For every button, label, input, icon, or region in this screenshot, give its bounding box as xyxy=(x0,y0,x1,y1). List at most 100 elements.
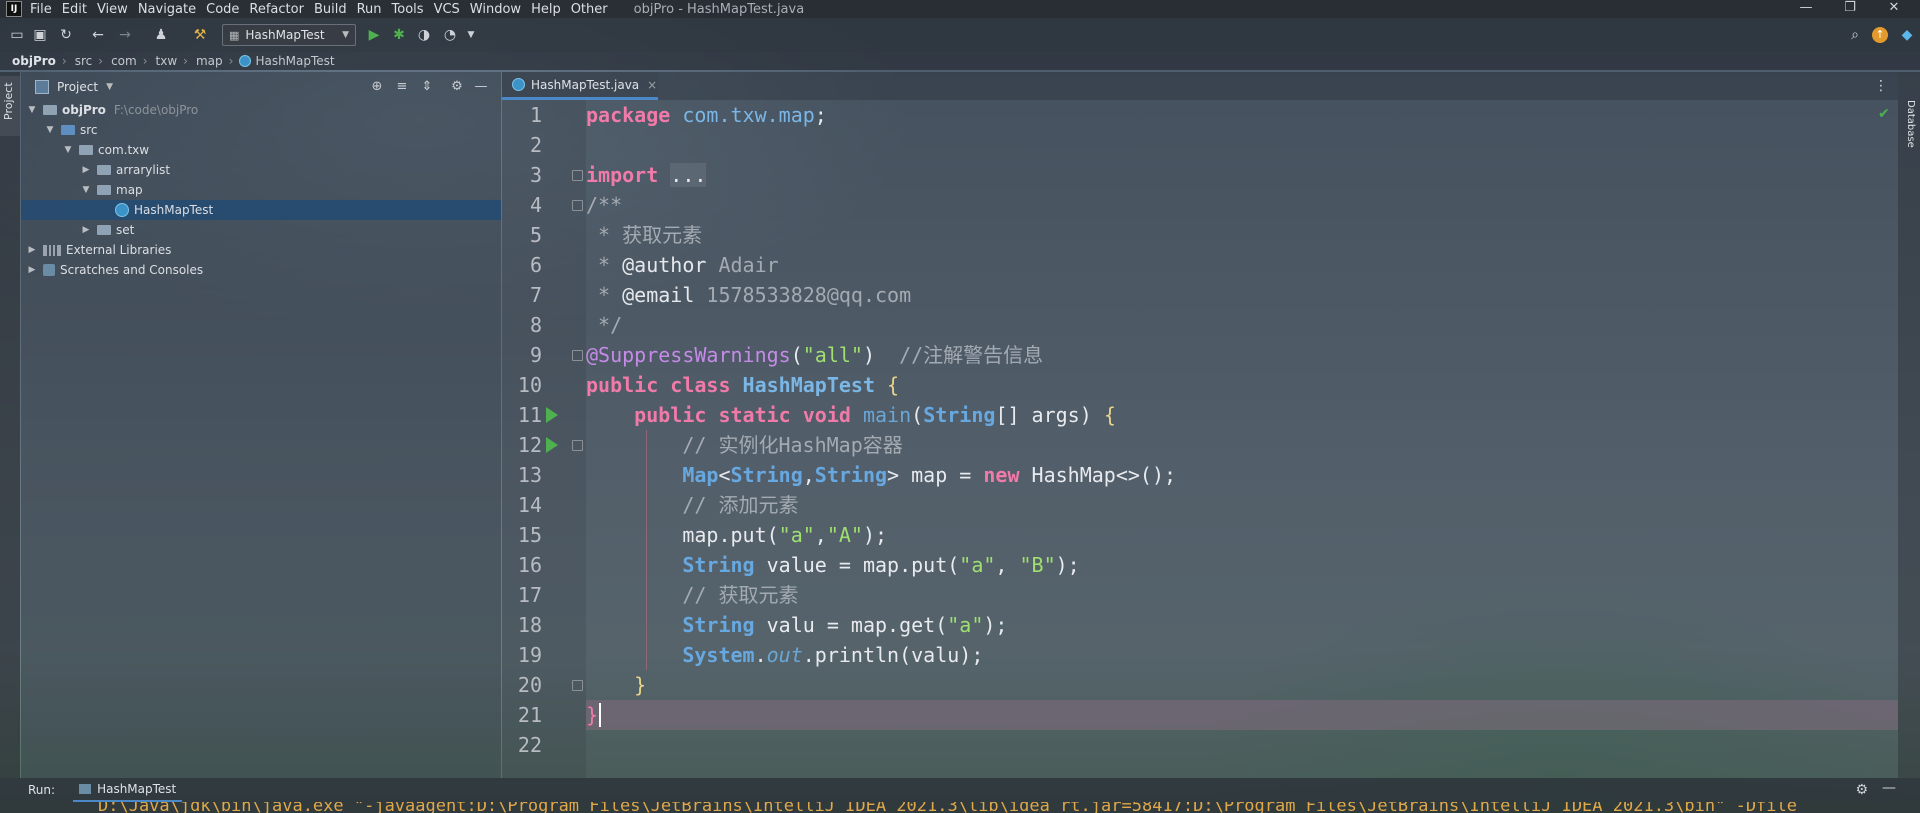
project-panel-title[interactable]: Project xyxy=(57,80,98,94)
minimize-button[interactable]: — xyxy=(1786,0,1826,18)
tree-item-external-libraries[interactable]: ▶ External Libraries xyxy=(21,240,501,260)
menu-view[interactable]: View xyxy=(97,2,128,17)
run-gutter-icon[interactable] xyxy=(546,407,558,423)
locate-target-icon[interactable]: ⊕ xyxy=(369,80,385,94)
chevron-down-icon[interactable]: ▼ xyxy=(27,105,37,115)
code-text: [] args) xyxy=(995,403,1104,427)
fold-marker-icon[interactable] xyxy=(572,440,583,451)
breadcrumb-project[interactable]: objPro xyxy=(12,54,56,68)
folded-imports[interactable]: ... xyxy=(670,163,707,187)
tree-item-hashmaptest[interactable]: HashMapTest xyxy=(21,200,501,220)
tree-item-set[interactable]: ▶ set xyxy=(21,220,501,240)
save-icon[interactable]: ▣ xyxy=(31,26,49,44)
breadcrumb-class[interactable]: HashMapTest xyxy=(255,54,334,68)
menu-file[interactable]: File xyxy=(30,2,52,17)
code-text: , xyxy=(814,523,827,547)
forward-arrow-icon[interactable]: → xyxy=(116,26,134,44)
keyword: import xyxy=(586,163,659,187)
more-run-chevron-icon[interactable]: ▼ xyxy=(462,26,480,44)
run-tab-hashmaptest[interactable]: HashMapTest xyxy=(73,778,183,802)
brace: { xyxy=(1103,403,1116,427)
menu-help[interactable]: Help xyxy=(531,2,561,17)
breadcrumb-com[interactable]: com xyxy=(111,54,137,68)
code-editor[interactable]: package com.txw.map; import ... /** * 获取… xyxy=(586,100,1898,778)
close-tab-icon[interactable]: × xyxy=(647,78,657,92)
code-text: ( xyxy=(911,403,924,427)
left-tool-stripe: Project xyxy=(0,72,20,778)
collapse-all-icon[interactable]: ⇕ xyxy=(419,80,435,94)
tree-item-objpro[interactable]: ▼ objPro F:\code\objPro xyxy=(21,100,501,120)
search-icon[interactable]: ⌕ xyxy=(1846,26,1864,44)
run-configuration-select[interactable]: ▦ HashMapTest ▼ xyxy=(222,24,356,46)
toolbox-icon[interactable]: ◆ xyxy=(1898,26,1916,44)
editor-gutter: 1 2 3 4 5 6 7 8 9 10 11 12 13 14 15 16 1… xyxy=(502,100,586,778)
line-number: 2 xyxy=(529,133,542,157)
profile-icon[interactable]: ◔ xyxy=(441,26,459,44)
code-line-16: String value = map.put("a", "B"); xyxy=(586,550,1898,580)
fold-marker-icon[interactable] xyxy=(572,350,583,361)
more-options-icon[interactable]: ⋮ xyxy=(1874,78,1888,94)
menu-window[interactable]: Window xyxy=(470,2,521,17)
run-gutter-icon[interactable] xyxy=(546,437,558,453)
menu-refactor[interactable]: Refactor xyxy=(249,2,304,17)
gear-icon[interactable]: ⚙ xyxy=(449,80,465,94)
menu-tools[interactable]: Tools xyxy=(392,2,424,17)
back-arrow-icon[interactable]: ← xyxy=(89,26,107,44)
database-tool-tab[interactable]: Database xyxy=(1898,72,1920,152)
menu-code[interactable]: Code xyxy=(206,2,239,17)
update-icon[interactable]: ↑ xyxy=(1872,27,1888,43)
debug-icon[interactable]: ✱ xyxy=(390,26,408,44)
sync-icon[interactable]: ↻ xyxy=(57,26,75,44)
breadcrumb-txw[interactable]: txw xyxy=(156,54,178,68)
menu-vcs[interactable]: VCS xyxy=(434,2,460,17)
hide-panel-icon[interactable]: — xyxy=(1882,780,1896,796)
coverage-icon[interactable]: ◑ xyxy=(415,26,433,44)
menu-other[interactable]: Other xyxy=(571,2,608,17)
breadcrumb-src[interactable]: src xyxy=(75,54,93,68)
string-literal: "a" xyxy=(959,553,996,577)
run-console[interactable]: D:\Java\jdk\bin\java.exe "-javaagent:D:\… xyxy=(0,802,1920,813)
inspection-ok-icon[interactable]: ✔ xyxy=(1878,106,1890,122)
chevron-right-icon[interactable]: ▶ xyxy=(27,265,37,275)
tree-item-src[interactable]: ▼ src xyxy=(21,120,501,140)
fold-marker-icon[interactable] xyxy=(572,170,583,181)
close-button[interactable]: ✕ xyxy=(1874,0,1914,18)
menu-navigate[interactable]: Navigate xyxy=(138,2,196,17)
menu-build[interactable]: Build xyxy=(314,2,347,17)
chevron-down-icon[interactable]: ▼ xyxy=(106,82,113,92)
type-name: String xyxy=(682,613,755,637)
gear-icon[interactable]: ⚙ xyxy=(1855,782,1868,798)
chevron-right-icon[interactable]: ▶ xyxy=(81,225,91,235)
tree-item-arrarylist[interactable]: ▶ arrarylist xyxy=(21,160,501,180)
editor-tab-hashmaptest[interactable]: HashMapTest.java × xyxy=(502,72,658,100)
maximize-button[interactable]: ❐ xyxy=(1830,0,1870,18)
field-name: out xyxy=(766,643,803,667)
run-icon[interactable]: ▶ xyxy=(365,26,383,44)
chevron-down-icon[interactable]: ▼ xyxy=(63,145,73,155)
type-name: System xyxy=(682,643,755,667)
open-folder-icon[interactable]: ▭ xyxy=(8,26,26,44)
breadcrumb-map[interactable]: map xyxy=(196,54,223,68)
fold-marker-icon[interactable] xyxy=(572,680,583,691)
menu-run[interactable]: Run xyxy=(357,2,382,17)
menu-edit[interactable]: Edit xyxy=(62,2,87,17)
hide-panel-icon[interactable]: — xyxy=(473,80,489,94)
tree-item-map[interactable]: ▼ map xyxy=(21,180,501,200)
hammer-icon[interactable]: ⚒ xyxy=(191,26,209,44)
tree-item-scratches[interactable]: ▶ Scratches and Consoles xyxy=(21,260,501,280)
folder-icon xyxy=(43,105,57,115)
chevron-right-icon[interactable]: ▶ xyxy=(27,245,37,255)
project-tool-tab[interactable]: Project xyxy=(0,76,20,136)
chevron-right-icon[interactable]: ▶ xyxy=(81,165,91,175)
expand-all-icon[interactable]: ≡ xyxy=(394,80,410,94)
user-icon[interactable]: ♟ xyxy=(152,26,170,44)
class-name: HashMapTest xyxy=(742,373,875,397)
tree-item-com-txw[interactable]: ▼ com.txw xyxy=(21,140,501,160)
package-icon xyxy=(97,185,111,195)
chevron-down-icon[interactable]: ▼ xyxy=(45,125,55,135)
chevron-down-icon[interactable]: ▼ xyxy=(81,185,91,195)
fold-marker-icon[interactable] xyxy=(572,200,583,211)
package-icon xyxy=(79,145,93,155)
tree-item-label: src xyxy=(80,123,98,137)
window-title: objPro - HashMapTest.java xyxy=(633,1,805,17)
